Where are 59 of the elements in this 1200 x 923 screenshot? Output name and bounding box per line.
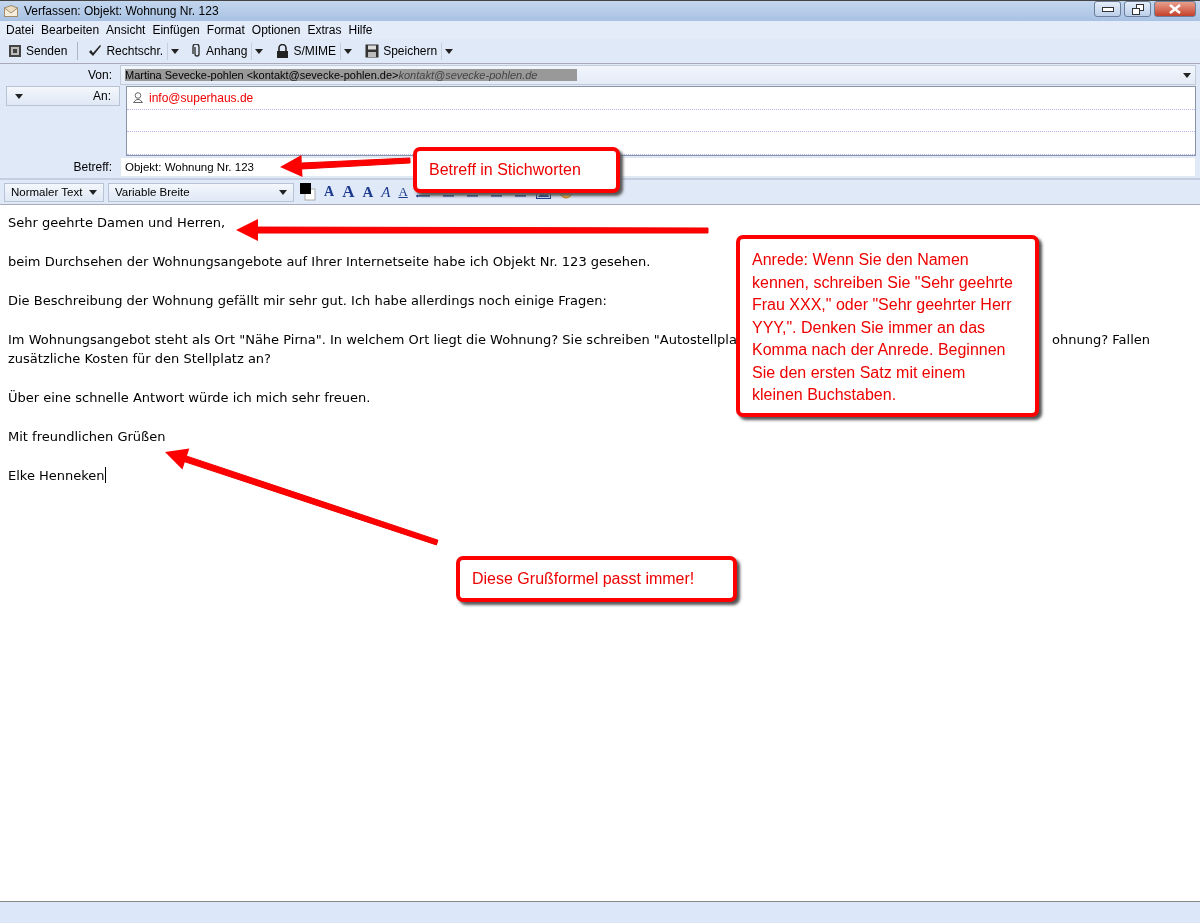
toolbar-button[interactable]: Speichern	[361, 42, 442, 60]
restore-icon	[1131, 3, 1144, 15]
body-text: zusätzliche Kosten für den Stellplatz an?	[8, 350, 271, 368]
body-text: Mit freundlichen Grüßen	[8, 428, 166, 446]
body-text: Elke Henneken	[8, 466, 106, 485]
callout-tooltip: Diese Grußformel passt immer!	[456, 556, 737, 602]
caret-icon	[15, 93, 23, 99]
checkmark-icon	[88, 44, 103, 58]
minimize-button[interactable]	[1094, 1, 1121, 17]
body-text: Die Beschreibung der Wohnung gefällt mir sehr gut. Ich habe allerdings noch einige Fragen:	[8, 292, 607, 310]
callout-tooltip: Betreff in Stichworten	[413, 147, 620, 193]
body-text: Sehr geehrte Damen und Herren,	[8, 214, 226, 232]
close-icon	[1169, 4, 1181, 14]
font-dropdown[interactable]: Variable Breite	[108, 182, 294, 202]
restore-button[interactable]	[1124, 1, 1151, 17]
envelope-icon	[4, 5, 18, 17]
recipient-type-dropdown[interactable]: An:	[6, 86, 120, 106]
body-text: Im Wohnungsangebot steht als Ort "Nähe Pirna". In welchem Ort liegt die Wohnung? Sie schreiben "Autostellpla	[8, 331, 737, 349]
toolbar-button[interactable]: Rechtschr.	[84, 42, 168, 60]
field-label: Betreff:	[72, 160, 113, 174]
caret-icon	[171, 48, 180, 54]
body-text: ohnung? Fallen	[1052, 331, 1150, 349]
paperclip-icon	[192, 44, 203, 58]
menu-item[interactable]: Datei	[4, 23, 39, 37]
body-text: Über eine schnelle Antwort würde ich mich sehr freuen.	[8, 389, 371, 407]
menu-item[interactable]: Ansicht	[104, 23, 151, 37]
lock-icon	[276, 44, 290, 58]
toolbar-button[interactable]: S/MIME	[272, 42, 341, 60]
field-label: Von:	[86, 68, 113, 82]
body-text: beim Durchsehen der Wohnungsangebote auf Ihrer Internetseite habe ich Objekt Nr. 123 gesehen.	[8, 253, 651, 271]
caret-icon	[445, 48, 454, 54]
caret-icon	[89, 189, 97, 195]
menu-item[interactable]: Extras	[305, 23, 347, 37]
callout-tooltip: Anrede: Wenn Sie den Namen kennen, schreiben Sie "Sehr geehrte Frau XXX," oder "Sehr geehrter Herr YYY,". Denken Sie immer an das Komma nach der Anrede. Beginnen Sie den ersten Satz mit einem kleinen Buchstaben.	[736, 235, 1039, 417]
caret-icon	[255, 48, 264, 54]
menu-item[interactable]: Format	[204, 23, 250, 37]
menu-item[interactable]: Bearbeiten	[39, 23, 105, 37]
increase-font-button[interactable]: A	[340, 182, 357, 202]
recipient-list[interactable]: info@superhaus.de	[126, 86, 1196, 156]
bold-button[interactable]: A	[360, 183, 376, 201]
send-icon	[8, 44, 22, 58]
minimize-icon	[1101, 6, 1114, 12]
toolbar-button[interactable]: Anhang	[188, 42, 252, 60]
caret-icon	[344, 48, 353, 54]
close-button[interactable]	[1154, 1, 1196, 17]
decrease-font-button[interactable]: A	[322, 184, 337, 200]
sender-dropdown[interactable]: Martina Sevecke-pohlen <kontakt@sevecke-pohlen.de>kontakt@sevecke-pohlen.de	[120, 65, 1196, 85]
caret-icon	[279, 189, 287, 195]
caret-icon	[1183, 72, 1191, 78]
menu-item[interactable]: Optionen	[249, 23, 306, 37]
menu-item[interactable]: Einfügen	[150, 23, 205, 37]
paragraph-style-dropdown[interactable]: Normaler Text	[4, 182, 104, 202]
send-button[interactable]: Senden	[4, 42, 72, 60]
contact-icon	[133, 92, 143, 104]
underline-button[interactable]: A	[396, 184, 410, 200]
recipient-address[interactable]: info@superhaus.de	[149, 90, 254, 105]
menu-item[interactable]: Hilfe	[346, 23, 378, 37]
italic-button[interactable]: A	[379, 183, 393, 201]
window-title: Verfassen: Objekt: Wohnung Nr. 123	[24, 4, 220, 18]
